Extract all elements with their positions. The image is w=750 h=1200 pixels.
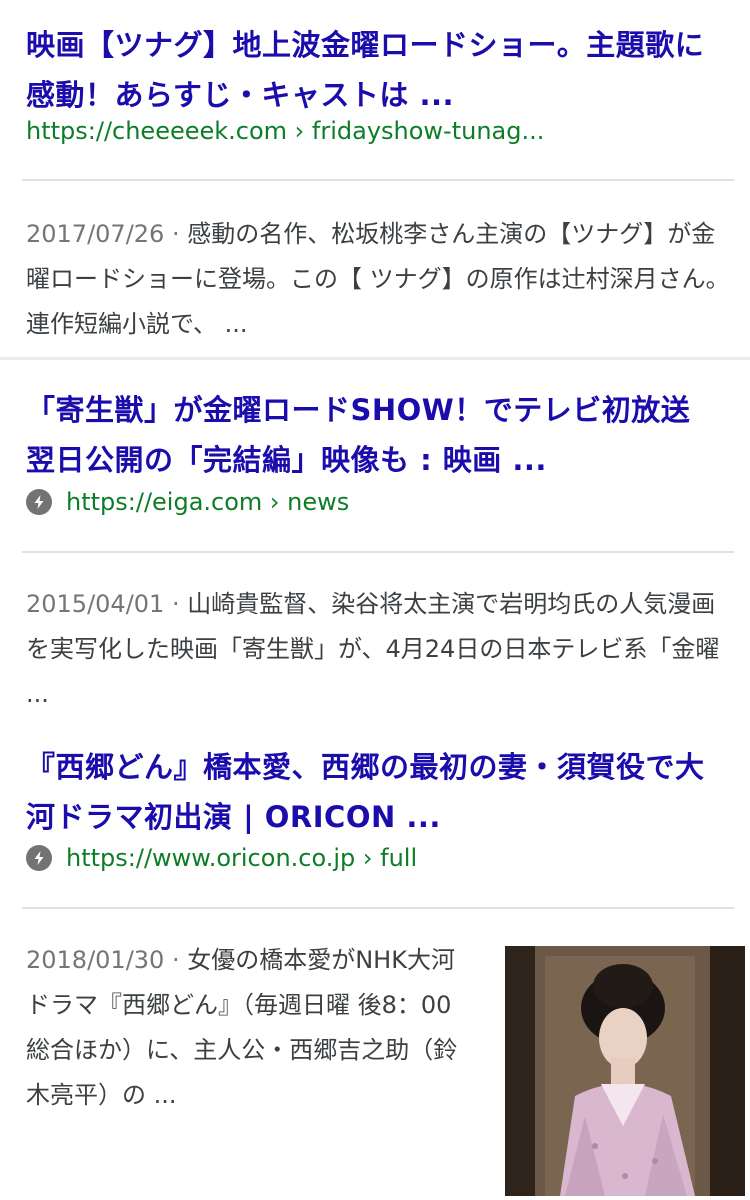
result-1-title-link[interactable]: 映画【ツナグ】地上波金曜ロードショー。主題歌に感動！あらすじ・キャストは ... (26, 20, 726, 120)
result-3-snippet: 2018/01/30 · 女優の橋本愛がNHK大河ドラマ『西郷どん』（毎週日曜 … (26, 938, 466, 1118)
result-3-date: 2018/01/30 · (26, 946, 188, 974)
amp-lightning-icon (26, 489, 52, 515)
result-2-url-row[interactable]: https://eiga.com › news (26, 487, 349, 517)
result-3-url[interactable]: https://www.oricon.co.jp › full (66, 843, 417, 873)
result-1-date: 2017/07/26 · (26, 220, 188, 248)
result-3-thumbnail-image[interactable] (505, 946, 745, 1196)
kimono-portrait-image (505, 946, 745, 1196)
result-2-date: 2015/04/01 · (26, 590, 188, 618)
result-3-url-row[interactable]: https://www.oricon.co.jp › full (26, 843, 417, 873)
result-3-title-link[interactable]: 『西郷どん』橋本愛、西郷の最初の妻・須賀役で大河ドラマ初出演 | ORICON … (26, 742, 726, 842)
divider (22, 551, 734, 553)
result-1-snippet: 2017/07/26 · 感動の名作、松坂桃李さん主演の【ツナグ】が金曜ロードシ… (26, 212, 731, 347)
divider (22, 179, 734, 181)
result-2-snippet: 2015/04/01 · 山崎貴監督、染谷将太主演で岩明均氏の人気漫画を実写化し… (26, 582, 731, 717)
section-divider (0, 357, 750, 360)
result-1-url[interactable]: https://cheeeeek.com › fridayshow-tunag.… (26, 116, 544, 146)
divider (22, 907, 734, 909)
result-2-url[interactable]: https://eiga.com › news (66, 487, 349, 517)
result-2-title-link[interactable]: 「寄生獣」が金曜ロードSHOW！でテレビ初放送 翌日公開の「完結編」映像も : … (26, 385, 726, 485)
amp-lightning-icon (26, 845, 52, 871)
